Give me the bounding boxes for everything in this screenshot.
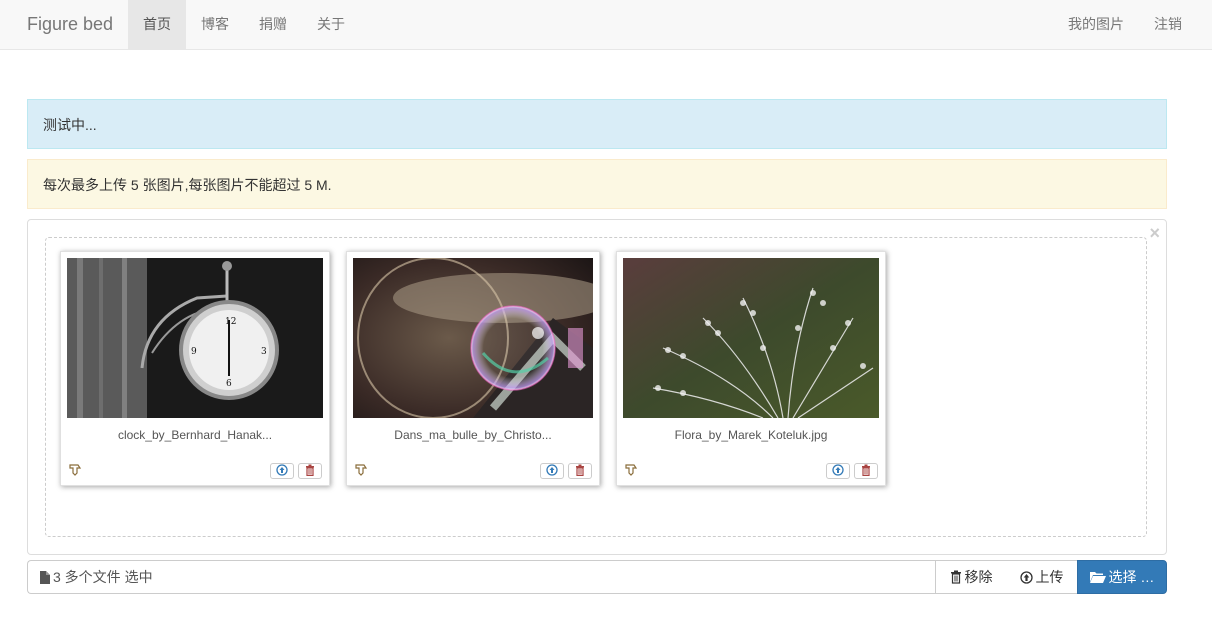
remove-button[interactable]: 移除 xyxy=(935,560,1007,594)
nav-item-blog[interactable]: 博客 xyxy=(186,0,244,49)
remove-label: 移除 xyxy=(964,569,993,585)
file-icon xyxy=(40,570,50,584)
thumbnail-image-clock: 12 3 6 9 xyxy=(67,258,323,418)
warning-alert-text: 每次最多上传 5 张图片,每张图片不能超过 5 M. xyxy=(43,177,332,193)
browse-button[interactable]: 选择 … xyxy=(1077,560,1167,594)
upload-icon xyxy=(1019,570,1033,584)
trash-icon xyxy=(574,463,586,479)
drag-handle-icon[interactable] xyxy=(354,463,368,477)
file-preview: × 12 3 6 9 clock_by_Bernhard_Hanak... Da… xyxy=(27,219,1167,555)
brand-logo[interactable]: Figure bed xyxy=(27,13,113,35)
trash-icon xyxy=(304,463,316,479)
file-thumbnail: 12 3 6 9 clock_by_Bernhard_Hanak... xyxy=(60,251,330,486)
trash-icon xyxy=(860,463,872,479)
warning-alert: 每次最多上传 5 张图片,每张图片不能超过 5 M. xyxy=(27,159,1167,209)
upload-icon xyxy=(546,463,558,479)
file-caption: Dans_ma_bulle_by_Christo... xyxy=(394,428,552,442)
folder-open-icon xyxy=(1089,571,1106,584)
delete-file-button[interactable] xyxy=(854,463,878,479)
nav-item-my-images[interactable]: 我的图片 xyxy=(1038,0,1124,49)
file-caption-field[interactable]: 3 多个文件 选中 xyxy=(27,560,936,594)
svg-text:6: 6 xyxy=(226,379,232,389)
file-caption: Flora_by_Marek_Koteluk.jpg xyxy=(674,428,828,442)
nav-item-donate[interactable]: 捐赠 xyxy=(244,0,302,49)
trash-icon xyxy=(950,570,962,584)
nav-item-home[interactable]: 首页 xyxy=(128,0,186,49)
file-caption: clock_by_Bernhard_Hanak... xyxy=(117,428,273,442)
thumbnail-image-flora xyxy=(623,258,879,418)
upload-button[interactable]: 上传 xyxy=(1006,560,1078,594)
file-thumbnail: Flora_by_Marek_Koteluk.jpg xyxy=(616,251,886,486)
upload-label: 上传 xyxy=(1035,569,1064,585)
upload-file-button[interactable] xyxy=(270,463,294,479)
upload-file-button[interactable] xyxy=(826,463,850,479)
close-icon[interactable]: × xyxy=(1149,224,1160,242)
upload-icon xyxy=(276,463,288,479)
delete-file-button[interactable] xyxy=(568,463,592,479)
upload-icon xyxy=(832,463,844,479)
file-thumbnail: Dans_ma_bulle_by_Christo... xyxy=(346,251,600,486)
nav-item-logout[interactable]: 注销 xyxy=(1124,0,1182,49)
nav-item-about[interactable]: 关于 xyxy=(302,0,360,49)
navbar: Figure bed 首页 博客 捐赠 关于 我的图片 注销 xyxy=(0,0,1212,50)
info-alert-text: 测试中... xyxy=(43,117,97,133)
info-alert: 测试中... xyxy=(27,99,1167,149)
nav-right: 我的图片 注销 xyxy=(1038,0,1182,49)
delete-file-button[interactable] xyxy=(298,463,322,479)
drop-zone[interactable]: 12 3 6 9 clock_by_Bernhard_Hanak... Dans… xyxy=(45,237,1147,537)
svg-text:9: 9 xyxy=(191,347,197,357)
svg-text:3: 3 xyxy=(261,347,267,357)
drag-handle-icon[interactable] xyxy=(68,463,82,477)
svg-text:12: 12 xyxy=(225,317,236,327)
browse-label: 选择 … xyxy=(1108,569,1155,585)
drag-handle-icon[interactable] xyxy=(624,463,638,477)
file-count-text: 3 多个文件 选中 xyxy=(53,569,153,585)
nav-left: 首页 博客 捐赠 关于 xyxy=(128,0,360,49)
upload-file-button[interactable] xyxy=(540,463,564,479)
thumbnail-image-bubble xyxy=(353,258,593,418)
